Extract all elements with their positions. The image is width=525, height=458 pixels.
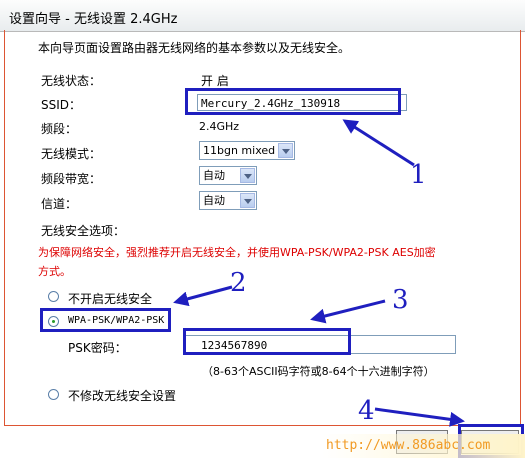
arrow-4	[374, 407, 465, 427]
arrow-2	[173, 285, 233, 307]
annotation-2: 2	[230, 268, 247, 298]
watermark: http://www.886abc.com	[322, 434, 525, 458]
annotation-arrows	[173, 119, 465, 427]
arrow-1	[342, 119, 415, 167]
arrow-3	[310, 299, 386, 324]
annotation-1: 1	[410, 160, 427, 190]
annotation-3: 3	[392, 285, 409, 315]
annotation-4: 4	[358, 396, 375, 426]
